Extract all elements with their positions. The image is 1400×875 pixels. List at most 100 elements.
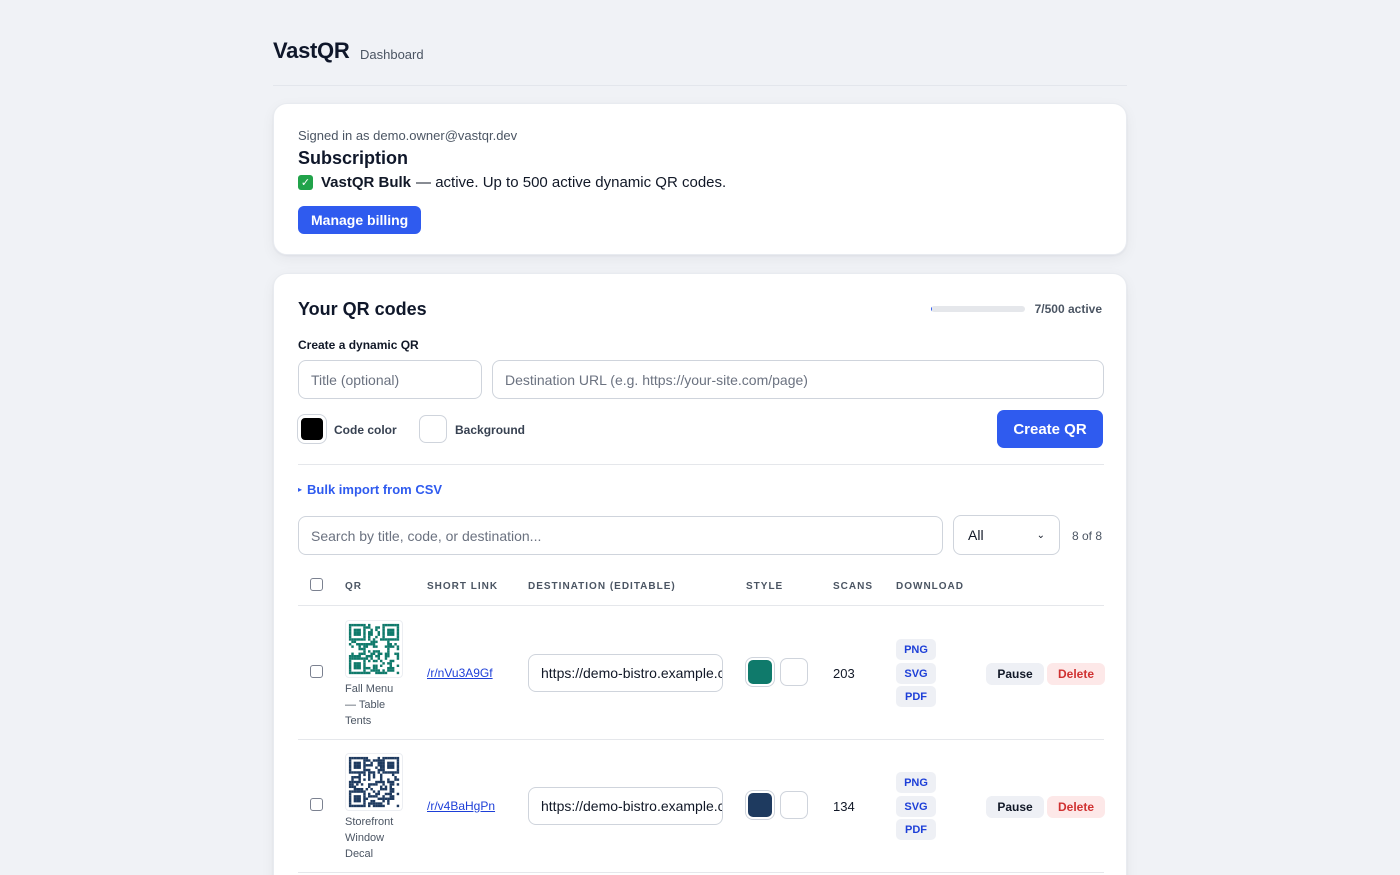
qr-module — [348, 666, 352, 670]
qr-module — [379, 778, 383, 781]
qr-module — [387, 652, 390, 656]
qr-module — [360, 643, 364, 646]
qr-module — [375, 650, 378, 653]
qr-module — [356, 804, 359, 808]
qr-module — [348, 756, 352, 760]
qr-module — [372, 802, 376, 805]
title-input[interactable] — [298, 360, 482, 399]
download-pdf-button[interactable]: PDF — [896, 686, 936, 707]
qr-module — [370, 640, 373, 644]
subscription-card: Signed in as demo.owner@vastqr.dev Subsc… — [273, 103, 1127, 255]
qr-module — [372, 799, 376, 803]
qr-module — [372, 773, 376, 777]
qr-module — [384, 645, 388, 648]
qr-module — [348, 654, 352, 658]
qr-module — [358, 671, 361, 675]
qr-module — [351, 645, 354, 648]
create-qr-button[interactable]: Create QR — [997, 410, 1103, 448]
delete-button[interactable]: Delete — [1047, 663, 1105, 685]
row-checkbox[interactable] — [310, 798, 323, 811]
qr-module — [396, 768, 400, 772]
qr-module — [379, 652, 383, 656]
subscription-title: Subscription — [298, 148, 409, 168]
qr-module — [360, 652, 364, 656]
destination-field[interactable]: https://demo-bistro.example.com — [528, 787, 723, 825]
qr-module — [387, 638, 390, 641]
qr-module — [372, 759, 376, 762]
bg-color-swatch[interactable] — [780, 791, 808, 819]
plan-description: — active. Up to 500 active dynamic QR co… — [416, 174, 727, 191]
select-all-checkbox[interactable] — [310, 578, 323, 591]
qr-module — [353, 766, 357, 769]
qr-module — [382, 633, 385, 636]
qr-module — [384, 797, 388, 800]
qr-module — [348, 662, 352, 665]
qr-module — [375, 666, 378, 670]
qr-module — [387, 771, 390, 774]
qr-code-thumbnail[interactable] — [345, 753, 403, 811]
qr-codes-title: Your QR codes — [298, 299, 427, 319]
qr-module — [358, 764, 361, 767]
qr-module — [389, 662, 392, 665]
fg-color-swatch[interactable] — [746, 791, 774, 819]
download-png-button[interactable]: PNG — [896, 772, 936, 793]
download-pdf-button[interactable]: PDF — [896, 819, 936, 840]
qr-module — [389, 659, 392, 663]
row-checkbox[interactable] — [310, 665, 323, 678]
qr-module — [391, 790, 395, 793]
qr-module — [348, 792, 352, 796]
qr-module — [353, 761, 357, 765]
delete-button[interactable]: Delete — [1047, 796, 1105, 818]
destination-url-input[interactable] — [492, 360, 1104, 399]
search-input[interactable] — [298, 516, 943, 555]
pause-button[interactable]: Pause — [986, 796, 1044, 818]
destination-field[interactable]: https://demo-bistro.example.com — [528, 654, 723, 692]
qr-module — [377, 797, 381, 800]
qr-module — [372, 795, 376, 798]
qr-module — [396, 778, 400, 781]
qr-module — [391, 764, 395, 767]
qr-module — [387, 780, 390, 784]
usage-text: 7/500 active — [1034, 302, 1102, 316]
bg-color-swatch[interactable] — [780, 658, 808, 686]
bulk-import-toggle[interactable]: ▸ Bulk import from CSV — [298, 482, 442, 497]
qr-module — [356, 761, 359, 765]
qr-module — [353, 628, 357, 632]
qr-module — [396, 664, 400, 667]
status-filter-select[interactable]: All ⌄ — [953, 515, 1060, 555]
qr-module — [368, 635, 371, 639]
short-link[interactable]: /r/v4BaHgPn — [427, 799, 495, 813]
qr-module — [363, 631, 366, 634]
qr-module — [353, 795, 357, 798]
code-color-picker[interactable] — [298, 415, 326, 443]
qr-module — [363, 792, 366, 796]
qr-module — [365, 654, 369, 658]
download-svg-button[interactable]: SVG — [896, 663, 936, 684]
background-color-picker[interactable] — [419, 415, 447, 443]
qr-module — [351, 652, 354, 656]
qr-module — [348, 633, 352, 636]
qr-module — [363, 797, 366, 800]
qr-module — [365, 657, 369, 660]
background-color-label: Background — [455, 423, 526, 437]
qr-module — [370, 787, 373, 791]
pause-button[interactable]: Pause — [986, 663, 1044, 685]
short-link[interactable]: /r/nVu3A9Gf — [427, 666, 493, 680]
qr-module — [356, 756, 359, 760]
manage-billing-button[interactable]: Manage billing — [298, 206, 422, 234]
fg-color-swatch[interactable] — [746, 658, 774, 686]
qr-module — [358, 666, 361, 670]
qr-module — [379, 787, 383, 791]
qr-module — [389, 631, 392, 634]
download-svg-button[interactable]: SVG — [896, 796, 936, 817]
download-png-button[interactable]: PNG — [896, 639, 936, 660]
qr-module — [353, 756, 357, 760]
qr-module — [358, 631, 361, 634]
qr-module — [353, 631, 357, 634]
qr-code-thumbnail[interactable] — [345, 620, 403, 678]
qr-module — [396, 761, 400, 765]
brand-logo[interactable]: VastQR — [273, 38, 350, 64]
qr-module — [396, 766, 400, 769]
qr-module — [375, 671, 378, 675]
qr-module — [396, 764, 400, 767]
